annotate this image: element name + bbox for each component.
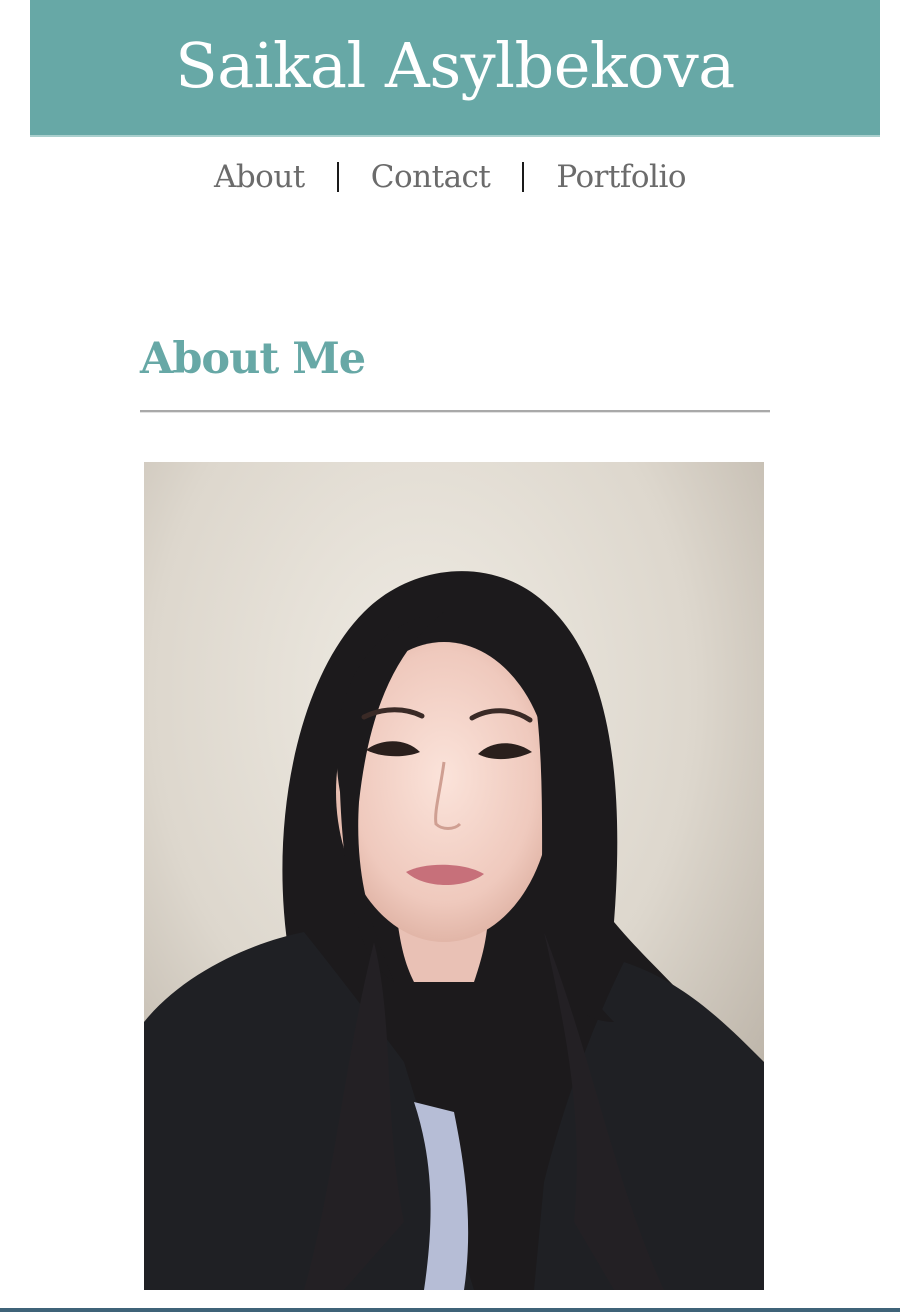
main-nav: About Contact Portfolio [0, 152, 900, 202]
nav-link-contact[interactable]: Contact [371, 159, 491, 195]
nav-link-portfolio[interactable]: Portfolio [556, 159, 686, 195]
site-header: Saikal Asylbekova [30, 0, 880, 137]
site-title: Saikal Asylbekova [175, 29, 735, 102]
about-heading: About Me [140, 334, 366, 384]
nav-separator [336, 162, 339, 192]
nav-link-about[interactable]: About [214, 159, 305, 195]
portrait-illustration [144, 462, 764, 1290]
nav-separator [522, 162, 525, 192]
profile-photo [144, 462, 764, 1290]
section-divider [140, 410, 770, 413]
bottom-border [0, 1308, 900, 1312]
